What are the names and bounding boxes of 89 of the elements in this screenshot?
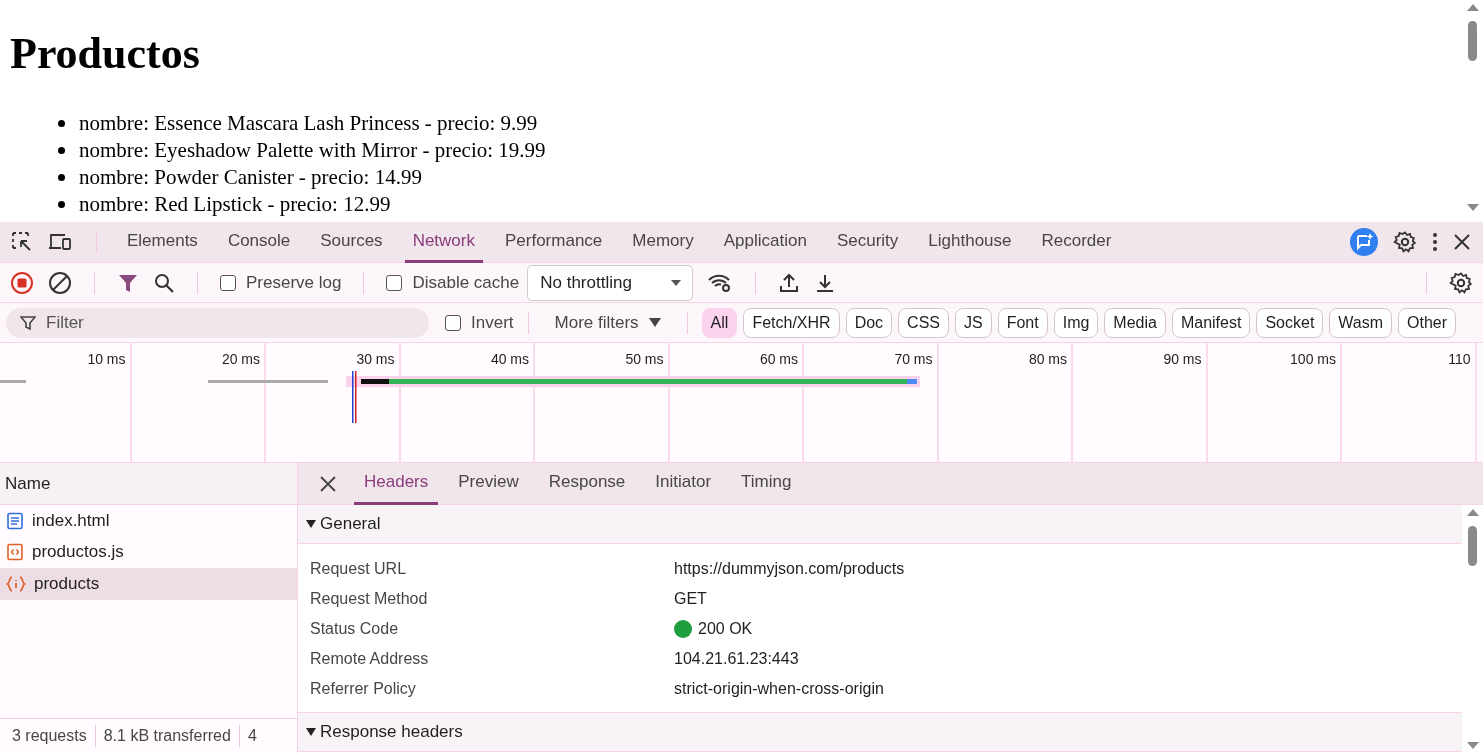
column-header[interactable]: Name: [0, 463, 297, 505]
time-tick-label: 40 ms: [490, 351, 529, 367]
header-value: 104.21.61.23:443: [674, 650, 799, 668]
type-filter-chip[interactable]: Other: [1398, 307, 1457, 338]
time-tick-label: 60 ms: [759, 351, 798, 367]
header-value: strict-origin-when-cross-origin: [674, 680, 884, 698]
braces-icon: [6, 574, 26, 593]
time-tick-label: 10 ms: [87, 351, 126, 367]
detail-tab[interactable]: Timing: [731, 462, 802, 505]
product-item: nombre: Eyeshadow Palette with Mirror - precio: 19.99: [79, 138, 546, 163]
panel-tab[interactable]: Console: [219, 221, 299, 263]
bullet-icon: [58, 201, 65, 208]
checkbox-label: Invert: [471, 312, 514, 333]
status-text: 8.1 kB transferred: [103, 727, 231, 745]
checkbox[interactable]: [386, 274, 403, 291]
filter-field[interactable]: Filter: [6, 307, 429, 338]
time-tick-label: 30 ms: [356, 351, 395, 367]
product-item: nombre: Powder Canister - precio: 14.99: [79, 165, 422, 190]
page-heading: Productos: [10, 28, 201, 80]
panel-tab[interactable]: Elements: [119, 221, 206, 263]
product-item: nombre: Essence Mascara Lash Princess - precio: 9.99: [79, 111, 538, 136]
bullet-icon: [58, 120, 65, 127]
time-tick-label: 70 ms: [894, 351, 933, 367]
panel-tab[interactable]: Lighthouse: [920, 221, 1020, 263]
checkbox[interactable]: [220, 274, 236, 291]
close-icon[interactable]: [320, 475, 336, 492]
clear-icon[interactable]: [48, 270, 72, 295]
time-tick-label: 50 ms: [625, 351, 664, 367]
type-filter-chip[interactable]: CSS: [898, 307, 949, 338]
time-tick-label: 20 ms: [221, 351, 260, 367]
upload-icon[interactable]: [778, 271, 801, 294]
bullet-icon: [58, 147, 65, 154]
status-text: 4: [247, 727, 257, 745]
throttling-select[interactable]: No throttling: [527, 264, 694, 301]
time-tick-label: 100 ms: [1290, 351, 1336, 367]
search-icon[interactable]: [153, 271, 175, 294]
header-name: Referrer Policy: [309, 680, 417, 698]
status-text: 3 requests: [12, 727, 87, 745]
section-header[interactable]: General: [298, 505, 1462, 544]
script-icon: [6, 543, 24, 562]
document-icon: [6, 511, 24, 530]
header-name: Request URL: [309, 560, 408, 578]
type-filter-chip[interactable]: JS: [955, 307, 992, 338]
header-value: 200 OK: [698, 620, 753, 638]
section-header[interactable]: Response headers: [298, 713, 1462, 752]
request-row[interactable]: productos.js: [0, 536, 297, 568]
checkbox[interactable]: [445, 314, 461, 331]
settings-icon[interactable]: [1393, 230, 1417, 254]
detail-tab[interactable]: Preview: [448, 462, 529, 505]
detail-tab[interactable]: Response: [538, 462, 636, 505]
caret-icon: [670, 278, 683, 287]
type-filter-chip[interactable]: Fetch/XHR: [743, 307, 840, 338]
caret-icon: [648, 318, 661, 327]
panel-tab[interactable]: Recorder: [1033, 221, 1120, 263]
type-filter-chip[interactable]: Manifest: [1171, 307, 1251, 338]
panel-tab[interactable]: Performance: [497, 221, 611, 263]
type-filter-chip[interactable]: All: [701, 307, 738, 338]
request-row[interactable]: index.html: [0, 505, 297, 537]
header-name: Status Code: [309, 620, 400, 638]
checkbox-label: Disable cache: [412, 272, 520, 293]
product-item: nombre: Red Lipstick - precio: 12.99: [79, 192, 391, 217]
detail-tab[interactable]: Initiator: [645, 462, 722, 505]
checkbox-label: Preserve log: [246, 272, 342, 293]
panel-tab[interactable]: Sources: [312, 221, 391, 263]
more-options-icon[interactable]: [1431, 232, 1439, 252]
close-icon[interactable]: [1453, 233, 1471, 251]
type-filter-chip[interactable]: Socket: [1256, 307, 1324, 338]
request-row[interactable]: products: [0, 568, 297, 600]
header-name: Remote Address: [309, 650, 430, 668]
panel-tab[interactable]: Application: [715, 221, 815, 263]
header-value: https://dummyjson.com/products: [674, 560, 905, 578]
time-tick-label: 90 ms: [1163, 351, 1202, 367]
record-icon[interactable]: [10, 270, 34, 295]
type-filter-chip[interactable]: Doc: [845, 307, 893, 338]
time-tick-label: 110: [1448, 351, 1471, 367]
settings-icon[interactable]: [1449, 270, 1473, 295]
bullet-icon: [58, 174, 65, 181]
more-filters-button[interactable]: More filters: [542, 312, 673, 333]
type-filter-chip[interactable]: Wasm: [1329, 307, 1393, 338]
type-filter-chip[interactable]: Media: [1104, 307, 1166, 338]
header-value: GET: [674, 590, 707, 608]
type-filter-chip[interactable]: Img: [1053, 307, 1099, 338]
header-name: Request Method: [309, 590, 429, 608]
panel-tab[interactable]: Memory: [624, 221, 702, 263]
filter-icon: [20, 314, 36, 331]
time-tick-label: 80 ms: [1028, 351, 1067, 367]
type-filter-chip[interactable]: Font: [997, 307, 1048, 338]
ai-assistant-icon[interactable]: [1349, 227, 1379, 257]
panel-tab[interactable]: Security: [828, 221, 907, 263]
